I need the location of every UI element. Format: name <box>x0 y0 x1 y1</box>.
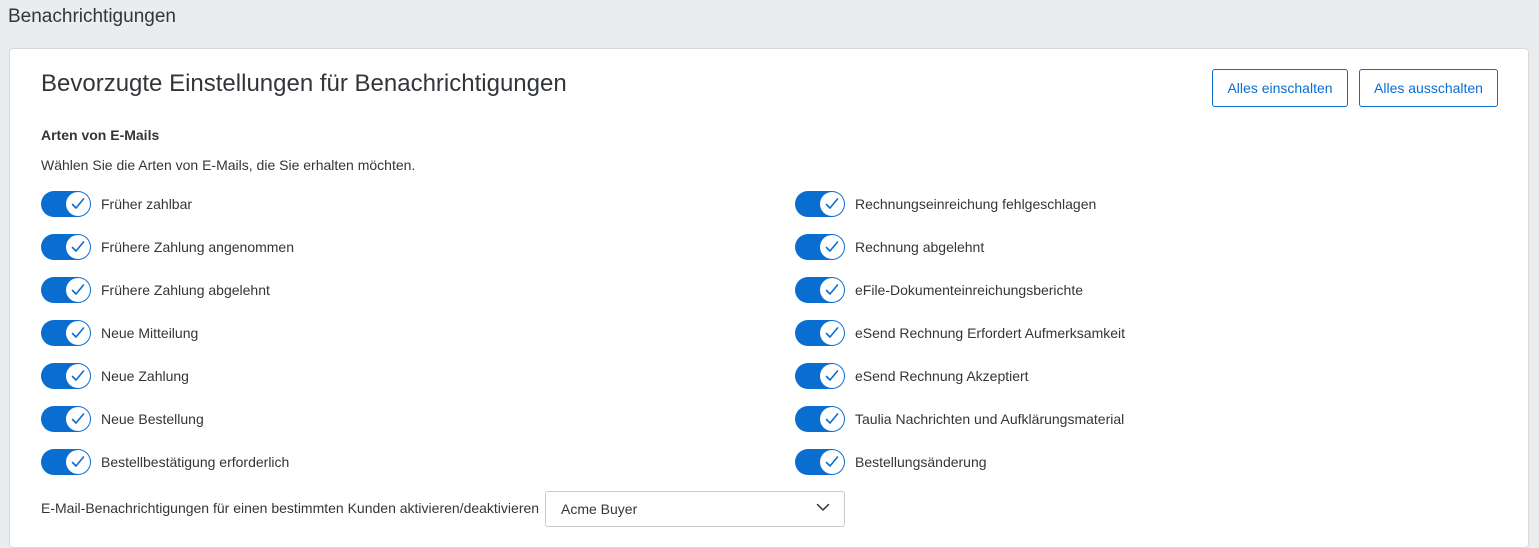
toggle-switch[interactable] <box>795 363 845 389</box>
toggle-switch[interactable] <box>795 277 845 303</box>
toggle-label: Bestellungsänderung <box>855 454 987 470</box>
email-types-heading: Arten von E-Mails <box>41 127 160 143</box>
toggle-row: Rechnungseinreichung fehlgeschlagen <box>795 191 1096 217</box>
toggle-row: eFile-Dokumenteinreichungsberichte <box>795 277 1083 303</box>
toggle-switch[interactable] <box>795 449 845 475</box>
checkmark-icon <box>66 192 90 216</box>
checkmark-icon <box>820 407 844 431</box>
enable-all-button[interactable]: Alles einschalten <box>1212 69 1348 107</box>
checkmark-icon <box>66 278 90 302</box>
toggle-switch[interactable] <box>41 234 91 260</box>
toggle-label: eSend Rechnung Akzeptiert <box>855 368 1029 384</box>
notification-settings-card: Bevorzugte Einstellungen für Benachricht… <box>9 48 1529 548</box>
toggle-switch[interactable] <box>795 406 845 432</box>
toggle-switch[interactable] <box>41 363 91 389</box>
checkmark-icon <box>66 235 90 259</box>
toggle-label: Frühere Zahlung angenommen <box>101 239 295 255</box>
toggle-label: Rechnungseinreichung fehlgeschlagen <box>855 196 1097 212</box>
toggle-label: eSend Rechnung Erfordert Aufmerksamkeit <box>855 325 1126 341</box>
customer-select[interactable]: Acme Buyer <box>545 491 845 527</box>
disable-all-button[interactable]: Alles ausschalten <box>1359 69 1498 107</box>
toggle-label: eFile-Dokumenteinreichungsberichte <box>855 282 1084 298</box>
checkmark-icon <box>820 278 844 302</box>
card-title: Bevorzugte Einstellungen für Benachricht… <box>41 70 567 97</box>
checkmark-icon <box>66 407 90 431</box>
checkmark-icon <box>66 364 90 388</box>
toggle-switch[interactable] <box>41 406 91 432</box>
toggle-row: eSend Rechnung Erfordert Aufmerksamkeit <box>795 320 1125 346</box>
chevron-down-icon <box>816 500 830 519</box>
toggle-label: Früher zahlbar <box>101 196 193 212</box>
email-types-description: Wählen Sie die Arten von E-Mails, die Si… <box>41 157 416 173</box>
checkmark-icon <box>820 192 844 216</box>
toggle-row: Bestellungsänderung <box>795 449 987 475</box>
checkmark-icon <box>66 321 90 345</box>
toggle-label: Bestellbestätigung erforderlich <box>101 454 290 470</box>
checkmark-icon <box>820 450 844 474</box>
toggle-switch[interactable] <box>795 320 845 346</box>
toggle-row: Früher zahlbar <box>41 191 192 217</box>
toggle-row: Neue Bestellung <box>41 406 204 432</box>
customer-filter-label: E-Mail-Benachrichtigungen für einen best… <box>41 500 540 516</box>
toggle-label: Frühere Zahlung abgelehnt <box>101 282 270 298</box>
toggle-switch[interactable] <box>795 191 845 217</box>
toggle-row: Taulia Nachrichten und Aufklärungsmateri… <box>795 406 1124 432</box>
toggle-switch[interactable] <box>795 234 845 260</box>
toggle-label: Neue Mitteilung <box>101 325 199 341</box>
customer-select-value: Acme Buyer <box>561 501 638 517</box>
toggle-label: Neue Zahlung <box>101 368 189 384</box>
toggle-row: Neue Zahlung <box>41 363 189 389</box>
checkmark-icon <box>66 450 90 474</box>
checkmark-icon <box>820 235 844 259</box>
toggle-row: Frühere Zahlung abgelehnt <box>41 277 270 303</box>
toggle-row: Rechnung abgelehnt <box>795 234 984 260</box>
toggle-label: Rechnung abgelehnt <box>855 239 985 255</box>
toggle-switch[interactable] <box>41 191 91 217</box>
toggle-row: Bestellbestätigung erforderlich <box>41 449 289 475</box>
checkmark-icon <box>820 321 844 345</box>
toggle-switch[interactable] <box>41 449 91 475</box>
toggle-row: Neue Mitteilung <box>41 320 198 346</box>
toggle-switch[interactable] <box>41 277 91 303</box>
toggle-label: Taulia Nachrichten und Aufklärungsmateri… <box>855 411 1125 427</box>
page-title: Benachrichtigungen <box>8 6 176 27</box>
toggle-row: Frühere Zahlung angenommen <box>41 234 294 260</box>
toggle-row: eSend Rechnung Akzeptiert <box>795 363 1029 389</box>
toggle-switch[interactable] <box>41 320 91 346</box>
toggle-label: Neue Bestellung <box>101 411 204 427</box>
checkmark-icon <box>820 364 844 388</box>
